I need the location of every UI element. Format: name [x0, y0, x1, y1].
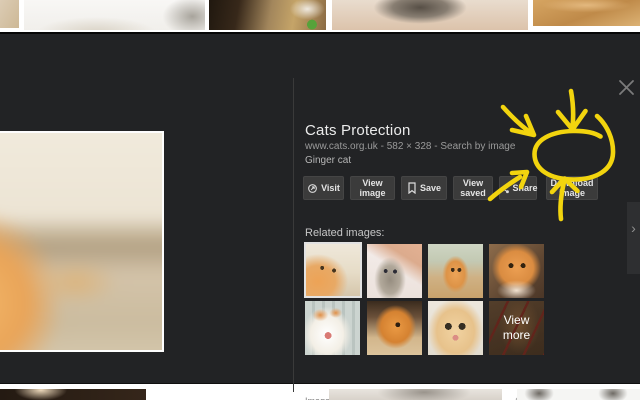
top-result-thumbnail[interactable] [24, 0, 205, 30]
related-thumbnail[interactable] [489, 244, 544, 298]
bottom-result-thumbnail[interactable] [0, 389, 146, 400]
view-saved-button[interactable]: View saved [453, 176, 493, 200]
share-button[interactable]: Share [499, 176, 538, 200]
save-label: Save [419, 182, 442, 193]
share-label: Share [512, 182, 538, 193]
bottom-result-thumbnail[interactable] [517, 389, 640, 400]
panel-divider [293, 78, 294, 392]
related-thumbnail[interactable] [367, 244, 422, 298]
related-thumbnail[interactable] [428, 244, 483, 298]
view-image-label: View image [359, 177, 386, 198]
bottom-result-thumbnail[interactable] [329, 389, 502, 400]
view-more-label: View more [502, 313, 531, 342]
top-result-thumbnail[interactable] [533, 0, 640, 26]
bottom-result-thumbnail[interactable] [152, 389, 317, 400]
related-thumbnail[interactable] [367, 301, 422, 355]
close-button[interactable] [617, 78, 636, 97]
bookmark-icon [408, 182, 416, 194]
top-result-thumbnail[interactable] [0, 0, 19, 28]
related-images-label: Related images: [305, 227, 385, 239]
download-image-label: Download image [550, 177, 594, 198]
chevron-right-icon: › [631, 220, 636, 236]
visit-label: Visit [321, 182, 340, 193]
related-thumbnail[interactable] [428, 301, 483, 355]
main-image-preview[interactable] [0, 131, 164, 352]
save-button[interactable]: Save [401, 176, 447, 200]
page-title: Cats Protection [305, 122, 411, 139]
top-result-thumbnail[interactable] [209, 0, 326, 30]
download-image-button[interactable]: Download image [546, 176, 598, 200]
related-thumbnail-selected[interactable] [304, 242, 362, 298]
related-thumbnail[interactable] [305, 301, 360, 355]
close-icon [619, 80, 634, 95]
google-images-lightbox-screen: Cats Protection www.cats.org.uk - 582 × … [0, 0, 640, 400]
visit-globe-icon [308, 183, 317, 193]
visit-button[interactable]: Visit [303, 176, 344, 200]
image-caption: Ginger cat [305, 155, 352, 166]
share-icon [499, 183, 509, 193]
blurred-cat-photo [0, 133, 162, 350]
view-image-button[interactable]: View image [350, 176, 395, 200]
source-meta[interactable]: www.cats.org.uk - 582 × 328 - Search by … [305, 141, 515, 152]
image-preview-panel: Cats Protection www.cats.org.uk - 582 × … [0, 32, 640, 400]
top-result-thumbnail[interactable] [332, 0, 528, 30]
view-more-thumbnail[interactable]: View more [489, 301, 544, 355]
view-saved-label: View saved [460, 177, 486, 198]
next-image-button[interactable]: › [627, 202, 640, 274]
footer-separator: - [506, 396, 509, 400]
